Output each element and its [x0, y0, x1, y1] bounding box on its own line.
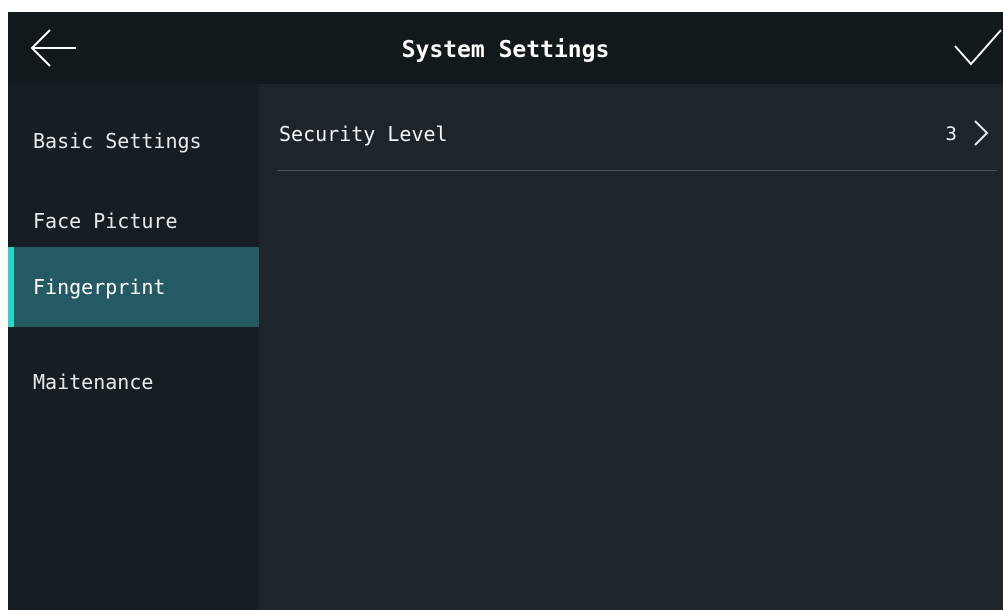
active-indicator: [8, 247, 14, 327]
sidebar-item-label: Basic Settings: [33, 129, 202, 153]
security-level-value: 3: [945, 123, 957, 145]
checkmark-icon: [954, 29, 1002, 66]
sidebar-item-label: Maitenance: [33, 370, 154, 394]
sidebar-item-label: Face Picture: [33, 209, 178, 233]
page-title: System Settings: [401, 37, 610, 63]
confirm-button[interactable]: [947, 26, 1003, 70]
sidebar-item-label: Fingerprint: [33, 275, 166, 299]
sidebar-item-maintenance[interactable]: Maitenance: [8, 342, 259, 422]
device-screen: System Settings Basic Settings Face Pict…: [8, 12, 1003, 610]
back-button[interactable]: [26, 26, 82, 70]
sidebar-item-fingerprint[interactable]: Fingerprint: [8, 247, 259, 327]
sidebar: Basic Settings Face Picture Fingerprint …: [8, 84, 259, 610]
settings-content: Security Level 3: [259, 84, 1003, 610]
security-level-row[interactable]: Security Level 3: [277, 84, 997, 171]
arrow-left-icon: [30, 29, 76, 67]
security-level-label: Security Level: [279, 122, 448, 146]
header-bar: System Settings: [8, 12, 1003, 84]
chevron-right-icon: [974, 120, 989, 146]
sidebar-item-basic-settings[interactable]: Basic Settings: [8, 101, 259, 181]
